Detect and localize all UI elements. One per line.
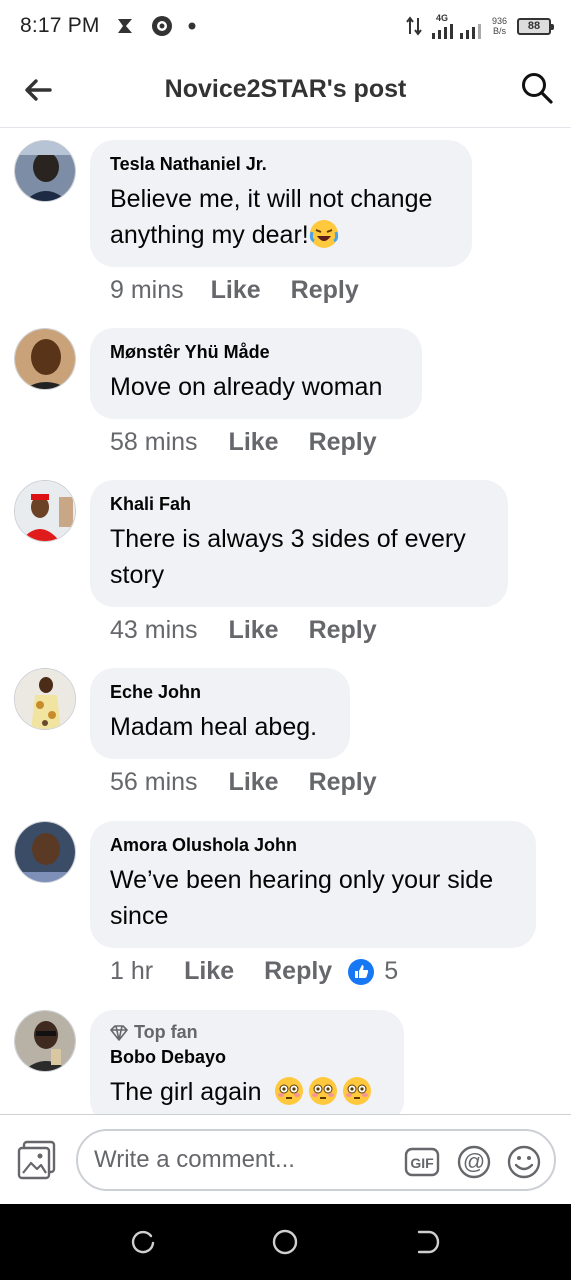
comment-composer: Write a comment... GIF @ — [0, 1114, 571, 1204]
back-nav-icon[interactable] — [413, 1228, 441, 1256]
reply-button[interactable]: Reply — [309, 616, 377, 645]
notification-dot-icon — [188, 22, 196, 30]
avatar[interactable] — [14, 328, 76, 390]
signal-icon — [431, 23, 481, 39]
network-speed: 936 B/s — [491, 16, 507, 36]
svg-text:GIF: GIF — [410, 1155, 434, 1171]
top-fan-badge: Top fan — [110, 1022, 384, 1043]
comment-time: 9 mins — [110, 276, 184, 304]
comment-list: Tesla Nathaniel Jr. Believe me, it will … — [0, 128, 571, 1114]
reaction-count: 5 — [384, 957, 399, 985]
comment-author[interactable]: Amora Olushola John — [110, 835, 516, 856]
comment-bubble: Amora Olushola John We’ve been hearing o… — [90, 821, 536, 948]
comment-item: Khali Fah There is always 3 sides of eve… — [0, 480, 571, 656]
reply-button[interactable]: Reply — [291, 276, 359, 305]
comment-text: Believe me, it will not change anything … — [110, 185, 433, 249]
avatar[interactable] — [14, 668, 76, 730]
recent-apps-icon[interactable] — [129, 1228, 157, 1256]
app-status-icon — [151, 16, 172, 36]
flushed-emoji-icon — [309, 1077, 338, 1105]
comment-author[interactable]: Mønstêr Yhü Måde — [110, 342, 402, 363]
comment-bubble: Tesla Nathaniel Jr. Believe me, it will … — [90, 140, 472, 267]
comment-text: Move on already woman — [110, 373, 383, 401]
like-button[interactable]: Like — [229, 428, 279, 457]
comment-time: 43 mins — [110, 616, 198, 644]
avatar[interactable] — [14, 1010, 76, 1072]
diamond-icon — [110, 1024, 128, 1041]
comment-bubble: Mønstêr Yhü Måde Move on already woman — [90, 328, 422, 419]
comment-author[interactable]: Tesla Nathaniel Jr. — [110, 154, 452, 175]
comment-text: The girl again — [110, 1074, 384, 1110]
comment-author[interactable]: Khali Fah — [110, 494, 488, 515]
avatar[interactable] — [14, 821, 76, 883]
comment-item: Mønstêr Yhü Måde Move on already woman 5… — [0, 328, 571, 468]
like-button[interactable]: Like — [229, 616, 279, 645]
home-icon[interactable] — [271, 1228, 299, 1256]
comment-time: 56 mins — [110, 768, 198, 796]
comment-text: We’ve been hearing only your side since — [110, 866, 494, 930]
like-button[interactable]: Like — [211, 276, 261, 305]
search-icon[interactable] — [519, 70, 555, 106]
flushed-emoji-icon — [343, 1077, 372, 1105]
reaction-summary[interactable]: 5 — [348, 957, 398, 986]
like-button[interactable]: Like — [184, 957, 234, 986]
comment-item: Amora Olushola John We’ve been hearing o… — [0, 821, 571, 997]
app-header: Novice2STAR's post — [0, 52, 571, 128]
comment-text: Madam heal abeg. — [110, 713, 318, 741]
messenger-status-icon — [117, 19, 132, 33]
comment-time: 58 mins — [110, 428, 198, 456]
laughing-emoji-icon — [309, 220, 338, 248]
flushed-emoji-icon — [275, 1077, 304, 1105]
like-button[interactable]: Like — [229, 768, 279, 797]
svg-text:@: @ — [463, 1149, 485, 1174]
comment-item: Tesla Nathaniel Jr. Believe me, it will … — [0, 128, 571, 318]
comment-bubble: Eche John Madam heal abeg. — [90, 668, 350, 759]
avatar[interactable] — [14, 480, 76, 542]
comment-item: Eche John Madam heal abeg. 56 mins Like … — [0, 668, 571, 808]
comment-text: There is always 3 sides of every story — [110, 525, 466, 589]
mention-icon[interactable]: @ — [456, 1144, 492, 1180]
photo-icon[interactable] — [16, 1139, 58, 1181]
system-nav-bar — [0, 1204, 571, 1280]
comment-item: Top fan Bobo Debayo The girl again — [0, 1010, 571, 1114]
data-transfer-icon — [406, 16, 422, 36]
page-title: Novice2STAR's post — [164, 75, 407, 103]
back-arrow-icon[interactable] — [22, 74, 54, 106]
comment-input[interactable]: Write a comment... GIF @ — [76, 1129, 556, 1191]
status-time: 8:17 PM — [20, 14, 100, 37]
network-type-label: 4G — [435, 12, 448, 23]
reply-button[interactable]: Reply — [309, 768, 377, 797]
reply-button[interactable]: Reply — [309, 428, 377, 457]
battery-icon: 88 — [517, 17, 554, 35]
comment-time: 1 hr — [110, 957, 154, 985]
status-bar: 8:17 PM 4G 936 B/s 88 — [0, 0, 571, 52]
gif-icon[interactable]: GIF — [404, 1144, 440, 1180]
avatar[interactable] — [14, 140, 76, 202]
reply-button[interactable]: Reply — [264, 957, 332, 986]
comment-input-placeholder: Write a comment... — [94, 1146, 295, 1173]
emoji-icon[interactable] — [506, 1144, 542, 1180]
comment-bubble: Top fan Bobo Debayo The girl again — [90, 1010, 404, 1114]
comment-author[interactable]: Bobo Debayo — [110, 1047, 384, 1068]
comment-bubble: Khali Fah There is always 3 sides of eve… — [90, 480, 508, 607]
comment-author[interactable]: Eche John — [110, 682, 330, 703]
thumbs-up-icon — [348, 958, 375, 985]
